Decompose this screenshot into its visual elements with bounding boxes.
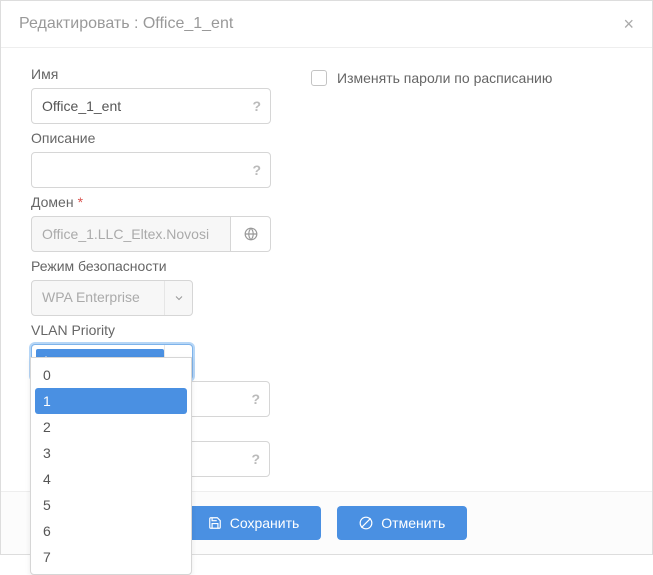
cancel-button[interactable]: Отменить [337, 506, 467, 540]
domain-browse-button[interactable] [231, 216, 271, 252]
name-input[interactable] [31, 88, 271, 124]
domain-label: Домен* [31, 194, 271, 210]
dropdown-option[interactable]: 5 [31, 492, 191, 518]
save-button[interactable]: Сохранить [186, 506, 322, 540]
help-icon[interactable]: ? [251, 391, 260, 407]
dropdown-option[interactable]: 4 [31, 466, 191, 492]
security-label: Режим безопасности [31, 258, 271, 274]
security-field-group: Режим безопасности WPA Enterprise [31, 258, 271, 316]
vlan-priority-label: VLAN Priority [31, 322, 271, 338]
dropdown-option[interactable]: 7 [31, 544, 191, 570]
name-label: Имя [31, 66, 271, 82]
globe-icon [244, 227, 258, 241]
description-label: Описание [31, 130, 271, 146]
security-value: WPA Enterprise [32, 281, 164, 315]
domain-field-group: Домен* [31, 194, 271, 252]
cancel-button-label: Отменить [381, 515, 445, 531]
vlan-priority-dropdown[interactable]: 01234567 [30, 357, 192, 575]
dropdown-option[interactable]: 0 [31, 362, 191, 388]
schedule-checkbox-row[interactable]: Изменять пароли по расписанию [311, 70, 622, 86]
domain-input [31, 216, 231, 252]
dialog-header: Редактировать : Office_1_ent × [1, 1, 652, 48]
security-select[interactable]: WPA Enterprise [31, 280, 193, 316]
dropdown-option[interactable]: 6 [31, 518, 191, 544]
description-input[interactable] [31, 152, 271, 188]
save-button-label: Сохранить [230, 515, 300, 531]
save-icon [208, 516, 222, 530]
schedule-checkbox-label: Изменять пароли по расписанию [337, 70, 552, 86]
required-marker: * [78, 194, 83, 210]
dialog-title: Редактировать : Office_1_ent [19, 15, 233, 33]
edit-dialog: Редактировать : Office_1_ent × Имя ? Опи… [0, 0, 653, 555]
schedule-checkbox[interactable] [311, 70, 327, 86]
help-icon[interactable]: ? [252, 98, 261, 114]
dropdown-option[interactable]: 2 [31, 414, 191, 440]
help-icon[interactable]: ? [252, 162, 261, 178]
description-field-group: Описание ? [31, 130, 271, 188]
name-field-group: Имя ? [31, 66, 271, 124]
close-icon[interactable]: × [623, 15, 634, 33]
dropdown-option[interactable]: 1 [35, 388, 187, 414]
help-icon[interactable]: ? [251, 451, 260, 467]
cancel-icon [359, 516, 373, 530]
dropdown-option[interactable]: 3 [31, 440, 191, 466]
chevron-down-icon [164, 281, 192, 315]
form-right-column: Изменять пароли по расписанию [311, 66, 622, 473]
